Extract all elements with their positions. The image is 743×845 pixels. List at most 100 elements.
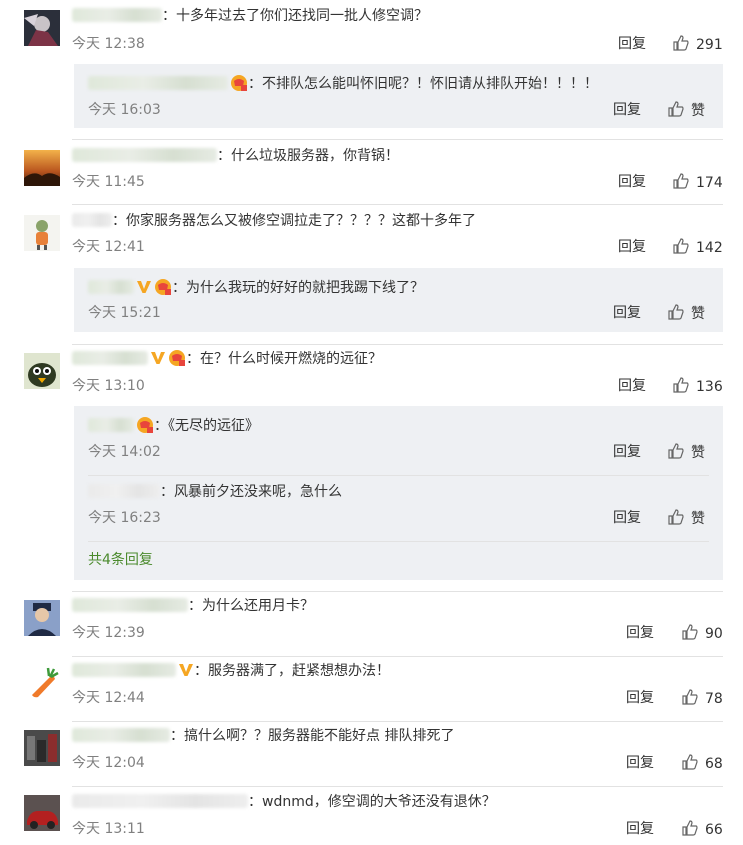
reply-box: ：为什么我玩的好好的就把我踢下线了？ 今天 15:21 回复 赞 [74,268,723,332]
comment-line: ：在？什么时候开燃烧的远征？ [72,349,382,369]
avatar[interactable] [24,795,60,831]
comment-text: ：服务器满了，赶紧想想办法！ [194,663,390,679]
reply-text: ：风暴前夕还没来呢，急什么 [160,484,342,500]
like-button[interactable]: 68 [681,753,723,773]
reply-button[interactable]: 回复 [613,100,641,120]
like-count: 66 [705,822,723,838]
username-blurred[interactable] [72,663,176,677]
username-blurred[interactable] [72,8,162,22]
timestamp: 今天 12:38 [72,36,145,52]
thumbs-up-icon [668,443,684,459]
avatar-image-icon [24,353,60,389]
timestamp: 今天 13:10 [72,378,145,394]
reply-box: ：不排队怎么能叫怀旧呢？！怀旧请从排队开始！！！！ 今天 16:03 回复 赞 [74,64,723,128]
thumbs-up-icon [682,624,698,640]
reply-button[interactable]: 回复 [618,172,646,192]
like-count: 142 [696,240,723,256]
timestamp: 今天 16:03 [88,102,161,118]
timestamp: 今天 14:02 [88,444,161,460]
avatar-image-icon [24,795,60,831]
timestamp: 今天 11:45 [72,174,145,190]
reply-button[interactable]: 回复 [626,688,654,708]
verified-v-icon [137,281,151,293]
like-button[interactable]: 291 [672,34,723,54]
like-button[interactable]: 174 [672,172,723,192]
avatar-image-icon [24,600,60,636]
avatar[interactable] [24,10,60,46]
username-blurred[interactable] [72,213,112,227]
like-button[interactable]: 66 [681,819,723,839]
avatar[interactable] [24,150,60,186]
like-label: 赞 [691,511,705,527]
avatar[interactable] [24,215,60,251]
username-blurred[interactable] [72,148,217,162]
avatar-image-icon [24,150,60,186]
thumbs-up-icon [673,377,689,393]
reply-text: ：为什么我玩的好好的就把我踢下线了？ [172,280,424,296]
username-blurred[interactable] [88,418,134,432]
timestamp: 今天 16:23 [88,510,161,526]
timestamp: 今天 12:44 [72,690,145,706]
reply-button[interactable]: 回复 [613,508,641,528]
verified-v-icon [179,664,193,676]
reply-line: ：为什么我玩的好好的就把我踢下线了？ [88,278,424,298]
like-count: 68 [705,756,723,772]
thumbs-up-icon [668,304,684,320]
avatar-image-icon [24,730,60,766]
divider [88,541,709,542]
like-button[interactable]: 78 [681,688,723,708]
timestamp: 今天 13:11 [72,821,145,837]
timestamp: 今天 12:39 [72,625,145,641]
username-blurred[interactable] [72,351,148,365]
reply-button[interactable]: 回复 [626,819,654,839]
member-badge-icon [231,75,247,91]
comment-line: ：服务器满了，赶紧想想办法！ [72,661,390,681]
like-button[interactable]: 90 [681,623,723,643]
comment-item: ：你家服务器怎么又被修空调拉走了？？？？这都十多年了 今天 12:41 回复 1… [0,205,743,345]
timestamp: 今天 12:41 [72,239,145,255]
like-button[interactable]: 赞 [667,442,705,462]
more-replies-link[interactable]: 共4条回复 [88,550,153,570]
comment-item: ：十多年过去了你们还找同一批人修空调？ 今天 12:38 回复 291 ：不排队… [0,0,743,140]
username-blurred[interactable] [88,280,134,294]
timestamp: 今天 12:04 [72,755,145,771]
like-label: 赞 [691,306,705,322]
like-button[interactable]: 136 [672,376,723,396]
like-count: 90 [705,626,723,642]
reply-button[interactable]: 回复 [618,237,646,257]
thumbs-up-icon [682,820,698,836]
username-blurred[interactable] [72,794,248,808]
avatar[interactable] [24,730,60,766]
comment-item: ：在？什么时候开燃烧的远征？ 今天 13:10 回复 136 ：《无尽的远征》 … [0,345,743,592]
username-blurred[interactable] [88,484,160,498]
comment-item: ：服务器满了，赶紧想想办法！ 今天 12:44 回复 78 [0,657,743,722]
member-badge-icon [155,279,171,295]
avatar-image-icon [24,665,60,701]
username-blurred[interactable] [88,76,228,90]
like-button[interactable]: 142 [672,237,723,257]
thumbs-up-icon [668,509,684,525]
reply-button[interactable]: 回复 [626,753,654,773]
reply-button[interactable]: 回复 [613,303,641,323]
like-button[interactable]: 赞 [667,100,705,120]
avatar[interactable] [24,353,60,389]
like-count: 136 [696,379,723,395]
comment-line: ：为什么还用月卡？ [72,596,314,616]
username-blurred[interactable] [72,598,188,612]
member-badge-icon [137,417,153,433]
avatar[interactable] [24,600,60,636]
comment-text: ：在？什么时候开燃烧的远征？ [186,351,382,367]
thumbs-up-icon [673,35,689,51]
comment-item: ：wdnmd，修空调的大爷还没有退休？ 今天 13:11 回复 66 [0,787,743,845]
like-button[interactable]: 赞 [667,508,705,528]
like-button[interactable]: 赞 [667,303,705,323]
like-count: 78 [705,691,723,707]
reply-button[interactable]: 回复 [618,34,646,54]
reply-line: ：风暴前夕还没来呢，急什么 [88,482,342,502]
avatar[interactable] [24,665,60,701]
reply-button[interactable]: 回复 [626,623,654,643]
reply-button[interactable]: 回复 [613,442,641,462]
reply-text: ：《无尽的远征》 [154,418,259,434]
username-blurred[interactable] [72,728,170,742]
reply-button[interactable]: 回复 [618,376,646,396]
